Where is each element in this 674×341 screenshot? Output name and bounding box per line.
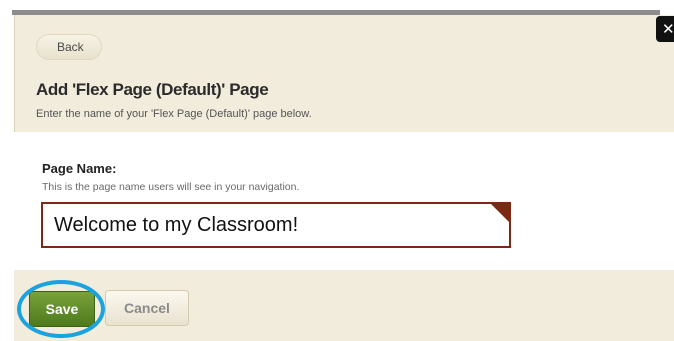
background-strip [0,0,674,16]
dialog-subtitle: Enter the name of your 'Flex Page (Defau… [36,108,312,120]
page-name-label: Page Name: [42,161,117,176]
close-icon: ✕ [662,20,674,38]
screen: ✕ Back Add 'Flex Page (Default)' Page En… [0,0,674,341]
close-button[interactable]: ✕ [656,16,674,42]
cancel-button[interactable]: Cancel [105,290,189,326]
save-button[interactable]: Save [29,291,95,327]
required-field-corner-marker [491,204,509,222]
form-panel [14,132,674,270]
page-name-input[interactable] [41,202,511,248]
dialog-title: Add 'Flex Page (Default)' Page [36,80,269,99]
page-name-help-text: This is the page name users will see in … [42,181,300,193]
back-button[interactable]: Back [36,34,102,60]
